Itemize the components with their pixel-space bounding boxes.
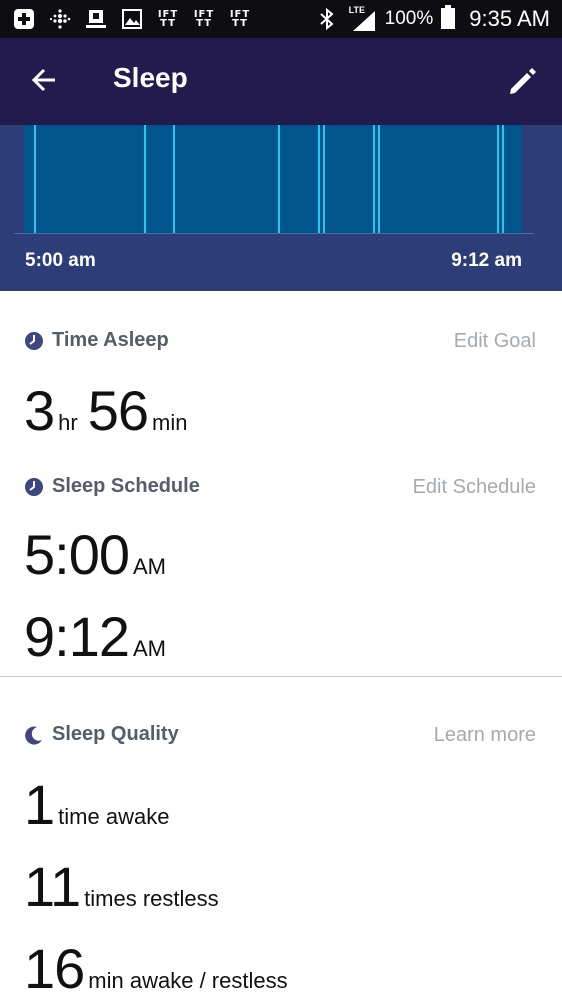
schedule-start: 5:00 AM — [24, 522, 176, 587]
schedule-end-time: 9:12 — [24, 605, 130, 668]
learn-more-link[interactable]: Learn more — [434, 724, 536, 747]
time-asleep-label: Time Asleep — [52, 329, 169, 351]
schedule-end-suffix: AM — [133, 636, 166, 661]
ifttt-icon: IFT TT — [157, 9, 179, 29]
hours-unit: hr — [58, 410, 78, 435]
back-arrow-icon — [31, 68, 55, 92]
minutes-unit: min — [152, 410, 188, 435]
time-asleep-value: 3 hr 56 min — [24, 378, 197, 443]
quality-stat-value: 1 — [24, 773, 55, 836]
sleep-event-line — [144, 125, 146, 233]
sleep-event-line — [278, 125, 280, 233]
quality-stat-label: min awake / restless — [88, 968, 288, 993]
battery-icon — [441, 4, 456, 34]
sleep-event-line — [497, 125, 499, 233]
chart-baseline — [14, 233, 534, 234]
schedule-end: 9:12 AM — [24, 604, 176, 669]
edit-goal-link[interactable]: Edit Goal — [454, 330, 536, 353]
signal-icon: LTE — [347, 5, 377, 33]
edit-schedule-link[interactable]: Edit Schedule — [413, 476, 536, 499]
quality-stat-row: 1 time awake — [24, 772, 179, 837]
sleep-schedule-header: Sleep Schedule — [24, 475, 200, 498]
quality-stat-row: 11 times restless — [24, 854, 229, 919]
page-title: Sleep — [113, 62, 188, 93]
battery-percent: 100% — [384, 8, 434, 29]
ifttt-icon: IFT TT — [193, 9, 215, 29]
plus-box-icon — [12, 8, 36, 30]
app-bar: Sleep — [0, 38, 562, 125]
schedule-start-suffix: AM — [133, 554, 166, 579]
minutes-value: 56 — [87, 379, 149, 442]
download-tray-icon — [84, 8, 108, 30]
status-time: 9:35 AM — [469, 6, 550, 31]
sleep-event-line — [318, 125, 320, 233]
quality-stat-label: time awake — [58, 804, 170, 829]
sleep-timeline-chart[interactable] — [24, 125, 522, 233]
status-bar: IFT TT IFT TT IFT TT LTE 100% 9:35 AM — [0, 0, 562, 38]
sleep-event-line — [173, 125, 175, 233]
schedule-start-time: 5:00 — [24, 523, 130, 586]
sleep-schedule-label: Sleep Schedule — [52, 475, 200, 497]
section-divider — [0, 676, 562, 677]
bluetooth-icon — [315, 7, 339, 31]
back-button[interactable] — [22, 58, 66, 102]
quality-stat-value: 11 — [24, 855, 81, 918]
sleep-quality-label: Sleep Quality — [52, 723, 179, 745]
sleep-event-line — [502, 125, 504, 233]
clock-icon — [25, 331, 43, 350]
quality-stat-value: 16 — [24, 937, 85, 999]
ifttt-icon: IFT TT — [229, 9, 251, 29]
moon-icon — [25, 726, 42, 745]
pencil-icon — [510, 68, 536, 94]
quality-stat-row: 16 min awake / restless — [24, 936, 298, 999]
hours-value: 3 — [24, 379, 55, 442]
edit-button[interactable] — [500, 60, 544, 104]
sleep-event-line — [373, 125, 375, 233]
image-icon — [120, 8, 144, 30]
sleep-event-line — [34, 125, 36, 233]
fitbit-icon — [48, 8, 72, 30]
sleep-quality-header: Sleep Quality — [24, 723, 179, 746]
sleep-event-line — [378, 125, 380, 233]
quality-stat-label: times restless — [84, 886, 219, 911]
chart-end-time: 9:12 am — [451, 250, 522, 271]
clock-icon — [25, 477, 43, 496]
chart-start-time: 5:00 am — [25, 250, 96, 271]
sleep-event-line — [323, 125, 325, 233]
time-asleep-header: Time Asleep — [24, 329, 169, 352]
